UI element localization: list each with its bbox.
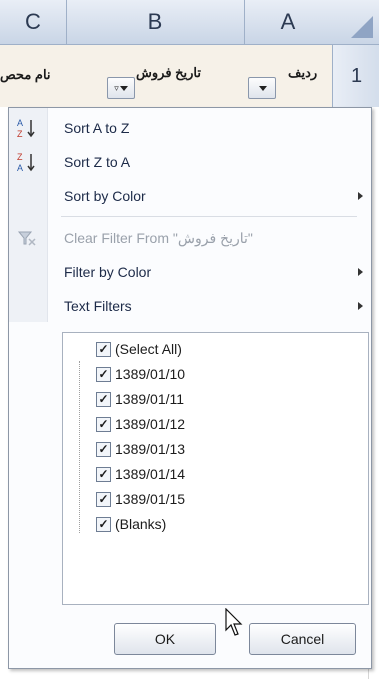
filter-values-list[interactable]: ✓ (Select All) ✓ 1389/01/10 ✓ 1389/01/11…	[62, 332, 369, 605]
checkbox[interactable]: ✓	[96, 366, 111, 382]
menu-item-label: Text Filters	[64, 298, 132, 314]
list-item[interactable]: ✓ (Blanks)	[96, 512, 166, 536]
menu-item-label: Sort by Color	[64, 188, 146, 204]
tree-line	[79, 361, 80, 533]
chevron-down-icon	[119, 85, 128, 91]
svg-text:Z: Z	[17, 129, 23, 139]
svg-text:A: A	[17, 118, 23, 128]
cancel-button[interactable]: Cancel	[249, 623, 356, 655]
menu-item-text-filters[interactable]: Text Filters	[9, 289, 371, 323]
ok-button[interactable]: OK	[114, 623, 216, 655]
menu-item-label: Sort Z to A	[64, 154, 131, 170]
clear-filter-icon	[15, 226, 39, 250]
column-header-row: C B A	[0, 0, 379, 45]
checkbox[interactable]: ✓	[96, 516, 111, 532]
list-item[interactable]: ✓ (Select All)	[96, 337, 182, 361]
list-item-label: 1389/01/15	[115, 491, 186, 507]
list-item-label: 1389/01/13	[115, 441, 186, 457]
checkbox[interactable]: ✓	[96, 391, 111, 407]
menu-item-sort-by-color[interactable]: Sort by Color	[9, 179, 371, 213]
chevron-down-icon	[258, 85, 267, 91]
menu-item-filter-by-color[interactable]: Filter by Color	[9, 255, 371, 289]
list-item[interactable]: ✓ 1389/01/15	[96, 487, 185, 511]
list-item[interactable]: ✓ 1389/01/11	[96, 387, 184, 411]
cell-b1[interactable]: تاریخ فروش	[136, 65, 201, 81]
menu-item-label: Sort A to Z	[64, 120, 130, 136]
select-all-corner[interactable]	[332, 0, 379, 44]
row-header-1[interactable]: 1	[332, 45, 379, 107]
submenu-arrow-icon	[358, 268, 363, 276]
list-item[interactable]: ✓ 1389/01/10	[96, 362, 185, 386]
menu-item-label: Clear Filter From "تاریخ فروش"	[64, 229, 253, 246]
column-header-b[interactable]: B	[66, 0, 245, 44]
menu-item-sort-a-to-z[interactable]: A Z Sort A to Z	[9, 111, 371, 145]
list-item[interactable]: ✓ 1389/01/12	[96, 412, 185, 436]
svg-text:Z: Z	[17, 152, 23, 162]
submenu-arrow-icon	[358, 192, 363, 200]
checkbox[interactable]: ✓	[96, 466, 111, 482]
menu-separator	[61, 216, 357, 217]
funnel-icon: ▿	[114, 82, 119, 93]
menu-item-label: Filter by Color	[64, 264, 152, 280]
list-item-label: 1389/01/14	[115, 466, 186, 482]
list-item-label: 1389/01/11	[115, 391, 185, 407]
column-header-c[interactable]: C	[0, 0, 67, 44]
list-item-label: (Blanks)	[115, 516, 167, 532]
column-header-a[interactable]: A	[244, 0, 333, 44]
list-item-label: 1389/01/12	[115, 416, 186, 432]
autofilter-popup: A Z Sort A to Z Z A Sort Z to A Sort by …	[8, 107, 372, 669]
submenu-arrow-icon	[358, 302, 363, 310]
cell-a1[interactable]: ردیف	[288, 65, 317, 81]
list-item[interactable]: ✓ 1389/01/13	[96, 437, 185, 461]
filter-dropdown-button-b[interactable]: ▿	[107, 77, 135, 99]
sort-descending-icon: Z A	[15, 150, 39, 174]
filter-dropdown-button-a[interactable]	[248, 77, 276, 99]
menu-item-clear-filter: Clear Filter From "تاریخ فروش"	[9, 221, 371, 255]
menu-item-sort-z-to-a[interactable]: Z A Sort Z to A	[9, 145, 371, 179]
row-1: نام محص تاریخ فروش ردیف ▿ 1	[0, 45, 379, 108]
list-item-label: 1389/01/10	[115, 366, 186, 382]
cell-c1[interactable]: نام محص	[0, 67, 51, 83]
list-item[interactable]: ✓ 1389/01/14	[96, 462, 185, 486]
checkbox[interactable]: ✓	[96, 441, 111, 457]
mouse-cursor-icon	[225, 608, 243, 636]
checkbox[interactable]: ✓	[96, 491, 111, 507]
svg-text:A: A	[17, 163, 23, 173]
checkbox[interactable]: ✓	[96, 341, 111, 357]
sort-ascending-icon: A Z	[15, 116, 39, 140]
checkbox[interactable]: ✓	[96, 416, 111, 432]
list-item-label: (Select All)	[115, 341, 182, 357]
select-all-triangle-icon	[351, 16, 373, 38]
